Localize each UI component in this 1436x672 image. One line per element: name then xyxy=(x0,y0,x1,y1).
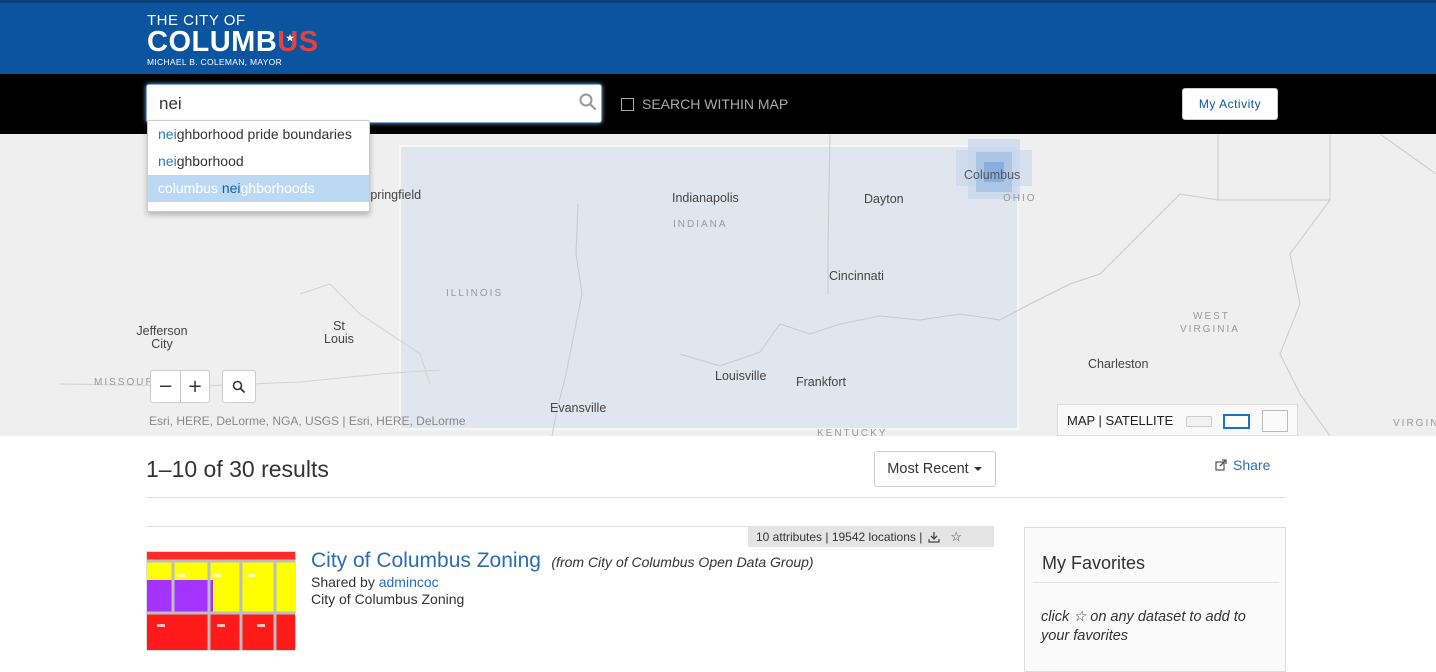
basemap-option-map[interactable] xyxy=(1223,414,1250,429)
zoning-map-thumbnail xyxy=(147,552,295,650)
map-label-cincinnati: Cincinnati xyxy=(829,269,884,283)
map-state-indiana: INDIANA xyxy=(673,219,728,230)
city-logo[interactable]: THE CITY OF COLUMBUS ★ MICHAEL B. COLEMAN… xyxy=(147,13,319,67)
search-within-map[interactable]: SEARCH WITHIN MAP xyxy=(621,96,788,112)
favorites-hint-b: on any dataset to add to your favorites xyxy=(1041,609,1246,644)
star-icon[interactable]: ☆ xyxy=(950,529,962,545)
zoom-in-button[interactable]: + xyxy=(180,371,209,402)
share-link[interactable]: Share xyxy=(1215,457,1270,473)
logo-mayor: MICHAEL B. COLEMAN, MAYOR xyxy=(147,57,283,67)
sort-label: Most Recent xyxy=(887,461,969,477)
search-within-map-checkbox[interactable] xyxy=(621,97,634,111)
favorites-hint: click ☆ on any dataset to add to your fa… xyxy=(1041,608,1277,646)
map-label-indianapolis: Indianapolis xyxy=(672,191,739,205)
magnifier-icon xyxy=(232,380,246,393)
autocomplete-match: nei xyxy=(158,153,177,169)
map-label-st-louis: St Louis xyxy=(324,319,354,346)
zoom-out-button[interactable]: − xyxy=(151,371,180,402)
map-label-louisville: Louisville xyxy=(715,369,767,383)
basemap-toggle: MAP | SATELLITE xyxy=(1057,404,1298,436)
dataset-source: (from City of Columbus Open Data Group) xyxy=(551,554,814,570)
dataset-thumbnail[interactable] xyxy=(146,551,296,651)
autocomplete-suffix: ghborhood xyxy=(176,153,244,169)
favorites-panel: My Favorites click ☆ on any dataset to a… xyxy=(1024,527,1286,672)
map-label-columbus: Columbus xyxy=(964,168,1021,182)
dataset-shared-by: Shared by admincoc xyxy=(311,574,439,590)
search-input[interactable] xyxy=(146,84,602,123)
logo-us: US xyxy=(277,26,319,58)
basemap-option-satellite[interactable] xyxy=(1262,410,1288,432)
site-header: THE CITY OF COLUMBUS ★ MICHAEL B. COLEMAN… xyxy=(0,0,1436,74)
dataset-title-link[interactable]: City of Columbus Zoning xyxy=(311,549,541,572)
dataset-description: City of Columbus Zoning xyxy=(311,591,465,607)
autocomplete-item[interactable]: neighborhood pride boundaries xyxy=(148,121,369,148)
autocomplete-dropdown: neighborhood pride boundaries neighborho… xyxy=(147,120,370,212)
dataset-title-row: City of Columbus Zoning (from City of Co… xyxy=(311,549,814,573)
dataset-owner-link[interactable]: admincoc xyxy=(379,574,439,590)
search-icon[interactable] xyxy=(578,92,598,112)
autocomplete-item-active[interactable]: columbus neighborhoods xyxy=(148,175,369,202)
map-state-kentucky: KENTUCKY xyxy=(817,428,888,436)
logo-columb: COLUMB xyxy=(147,26,278,58)
map-label-frankfort: Frankfort xyxy=(796,375,847,389)
autocomplete-suffix: ghborhoods xyxy=(240,180,315,196)
map-label-charleston: Charleston xyxy=(1088,357,1149,371)
autocomplete-prefix: columbus xyxy=(158,180,222,196)
map-label-dayton: Dayton xyxy=(864,192,904,206)
map-attribution: Esri, HERE, DeLorme, NGA, USGS | Esri, H… xyxy=(149,414,466,428)
map-label-jefferson-city: Jefferson City xyxy=(136,324,188,351)
shared-by-label: Shared by xyxy=(311,574,375,590)
map-state-ohio: OHIO xyxy=(1003,193,1037,204)
logo-star-icon: ★ xyxy=(286,33,295,43)
star-outline-icon: ☆ xyxy=(1073,609,1087,625)
map-state-west-virginia-2: VIRGINIA xyxy=(1180,324,1240,335)
favorites-hint-a: click xyxy=(1041,609,1070,625)
favorites-heading: My Favorites xyxy=(1042,553,1146,573)
caret-down-icon xyxy=(973,467,982,471)
basemap-option-light[interactable] xyxy=(1186,416,1212,427)
basemap-label[interactable]: MAP | SATELLITE xyxy=(1067,413,1173,428)
dataset-stats-text: 10 attributes | 19542 locations | xyxy=(756,529,923,544)
map-search-button[interactable] xyxy=(222,370,256,403)
autocomplete-item[interactable]: neighborhood xyxy=(148,148,369,175)
dataset-stats: 10 attributes | 19542 locations | ☆ xyxy=(748,526,994,547)
divider xyxy=(146,497,1286,498)
map-state-virginia: VIRGIN xyxy=(1393,418,1436,429)
map-state-illinois: ILLINOIS xyxy=(446,288,504,299)
sort-dropdown[interactable]: Most Recent xyxy=(874,451,996,487)
search-within-map-label: SEARCH WITHIN MAP xyxy=(642,96,789,112)
share-label: Share xyxy=(1233,457,1271,473)
my-activity-button[interactable]: My Activity xyxy=(1182,88,1278,120)
results-count: 1–10 of 30 results xyxy=(146,456,329,482)
autocomplete-match: nei xyxy=(221,180,241,196)
map-state-west-virginia-1: WEST xyxy=(1193,311,1230,322)
logo-line2: COLUMBUS ★ xyxy=(147,26,319,58)
map-label-evansville: Evansville xyxy=(550,401,607,415)
autocomplete-suffix: ghborhood pride boundaries xyxy=(176,126,352,142)
zoom-control: − + xyxy=(150,370,210,403)
share-icon xyxy=(1215,459,1227,471)
autocomplete-match: nei xyxy=(158,126,177,142)
divider xyxy=(1033,582,1279,583)
map-label-springfield: Springfield xyxy=(362,188,422,202)
download-icon[interactable] xyxy=(928,531,940,543)
